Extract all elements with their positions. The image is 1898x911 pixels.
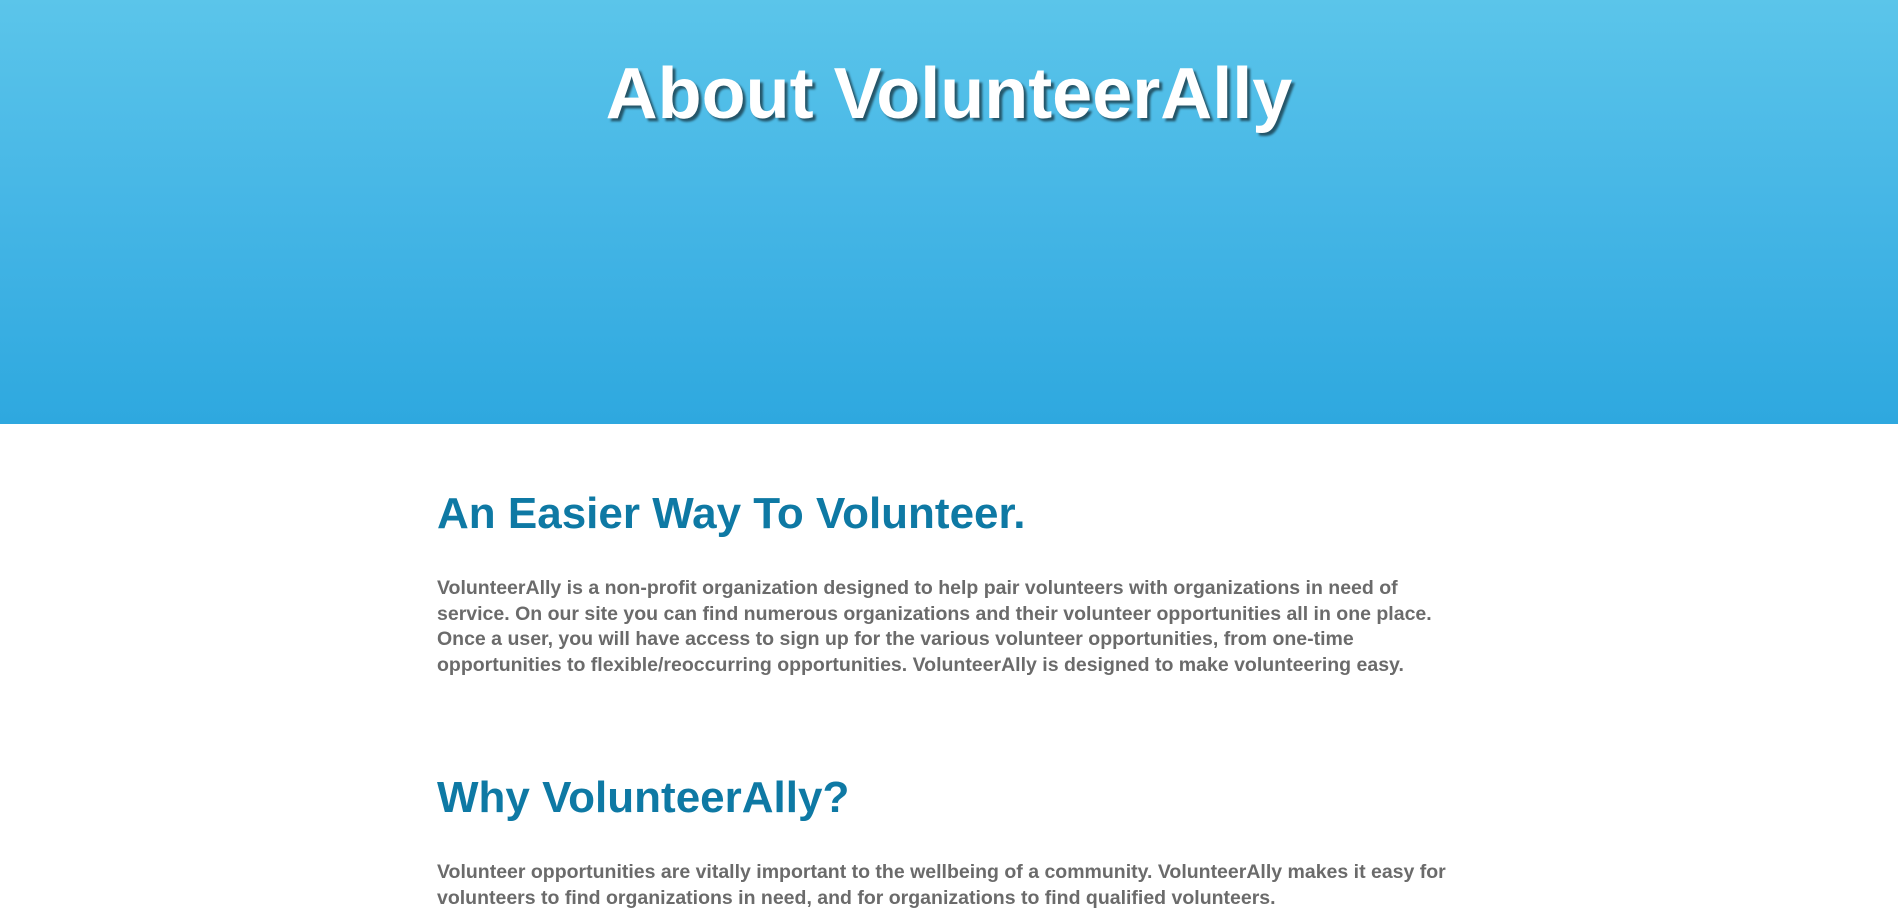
- section-body-why: Volunteer opportunities are vitally impo…: [437, 861, 1446, 909]
- page-title: About VolunteerAlly: [605, 54, 1293, 134]
- hero-banner: About VolunteerAlly: [0, 0, 1898, 424]
- section-body-easier-way: VolunteerAlly is a non-profit organizati…: [437, 577, 1432, 677]
- section-heading-easier-way: An Easier Way To Volunteer.: [437, 489, 1026, 538]
- section-heading-why: Why VolunteerAlly?: [437, 773, 850, 822]
